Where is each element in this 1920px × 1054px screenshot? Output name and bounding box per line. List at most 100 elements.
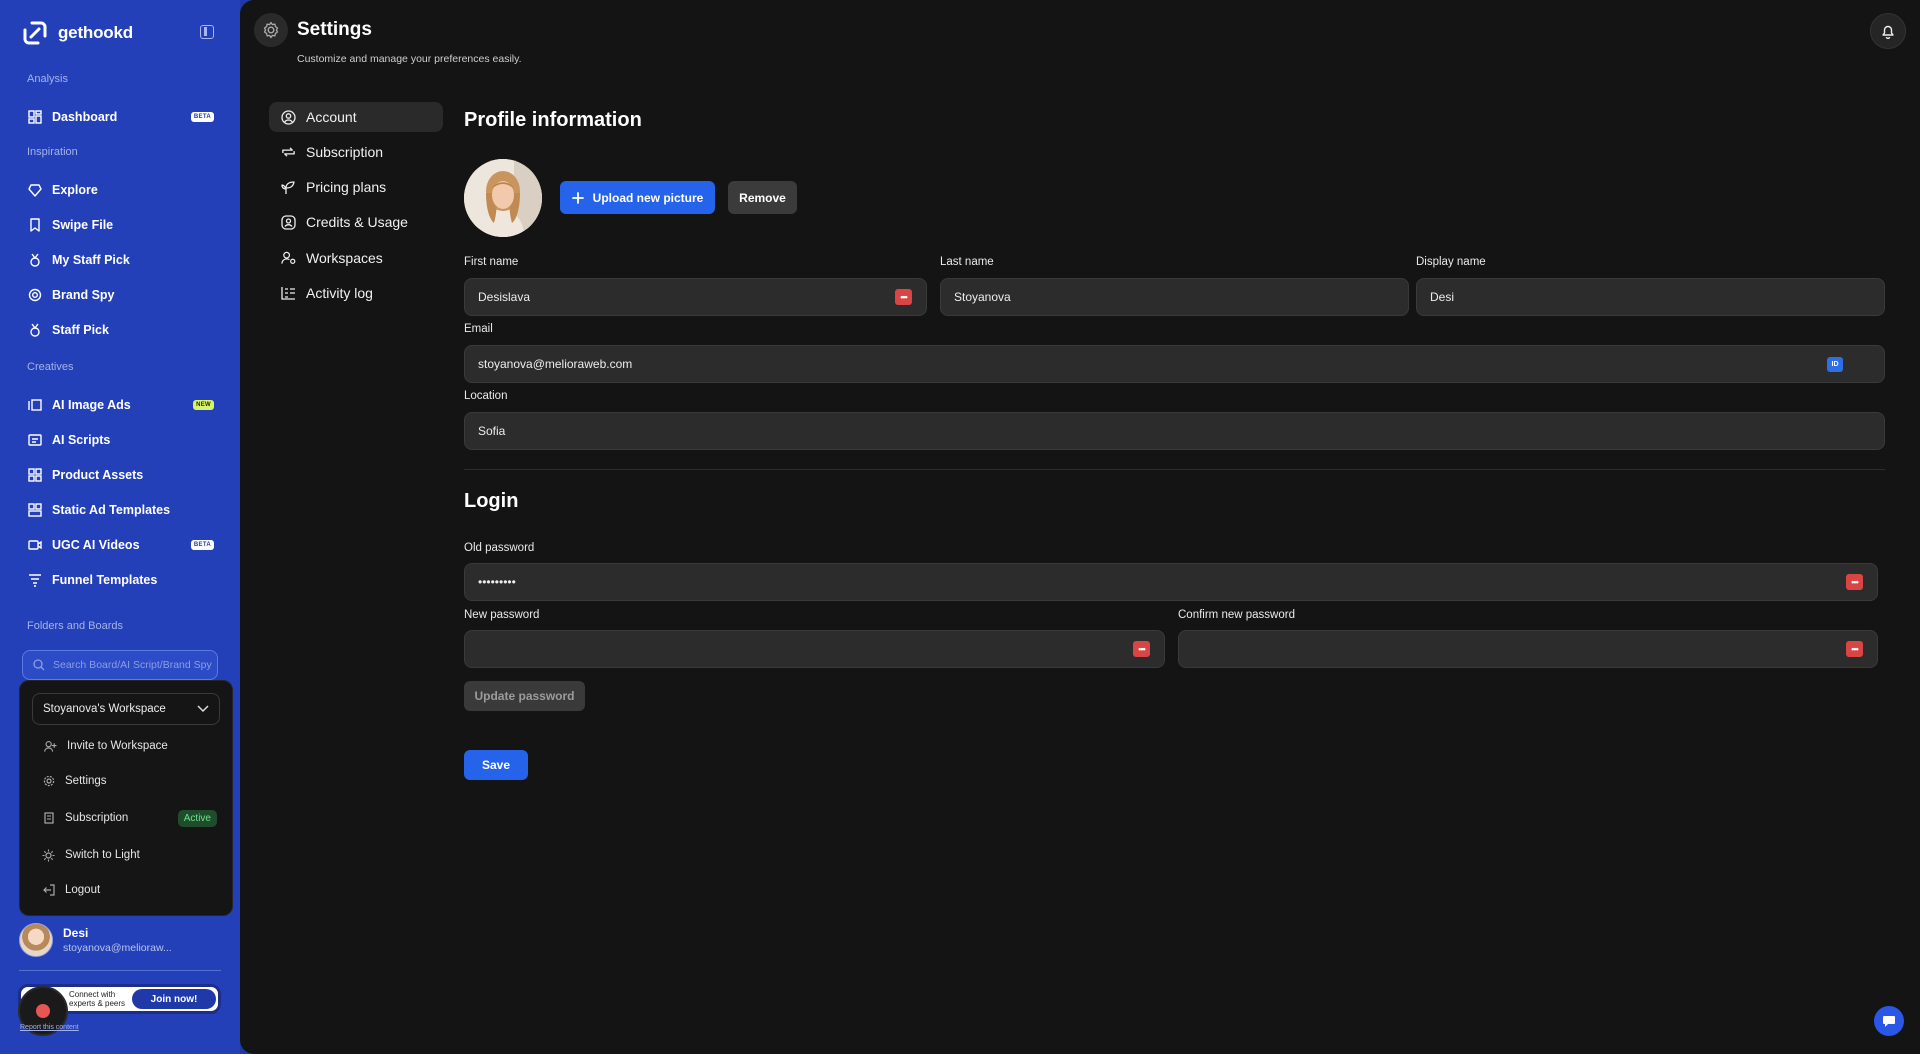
location-field[interactable]: Sofia bbox=[464, 412, 1885, 450]
sidebar-item-label: Swipe File bbox=[52, 218, 114, 232]
password-manager-icon[interactable]: ••• bbox=[1133, 641, 1150, 657]
update-password-button[interactable]: Update password bbox=[464, 681, 585, 711]
tab-workspaces[interactable]: Workspaces bbox=[269, 243, 443, 273]
sidebar-item-staff-pick[interactable]: Staff Pick bbox=[28, 319, 214, 341]
tab-label: Pricing plans bbox=[306, 179, 387, 195]
tab-label: Subscription bbox=[306, 144, 384, 160]
menu-item-subscription[interactable]: Subscription Active bbox=[42, 807, 217, 829]
section-label-inspiration: Inspiration bbox=[27, 146, 78, 158]
workspace-select[interactable]: Stoyanova's Workspace bbox=[32, 693, 220, 725]
list-icon bbox=[281, 286, 296, 301]
new-password-field[interactable]: ••• bbox=[464, 630, 1165, 668]
sidebar-item-ugc-ai-videos[interactable]: UGC AI Videos BETA bbox=[28, 534, 214, 556]
password-manager-icon[interactable]: ••• bbox=[1846, 641, 1863, 657]
last-name-field[interactable]: Stoyanova bbox=[940, 278, 1409, 316]
menu-item-invite[interactable]: Invite to Workspace bbox=[44, 735, 219, 757]
chat-support-button[interactable] bbox=[1874, 1006, 1904, 1036]
brand-name: gethookd bbox=[58, 23, 133, 42]
sidebar-item-label: Dashboard bbox=[52, 110, 118, 124]
upload-picture-button[interactable]: Upload new picture bbox=[560, 181, 715, 214]
sidebar-item-explore[interactable]: Explore bbox=[28, 179, 214, 201]
beta-badge: BETA bbox=[190, 112, 214, 122]
record-icon bbox=[36, 1004, 50, 1018]
page-title: Settings bbox=[297, 19, 372, 40]
sidebar-item-brand-spy[interactable]: Brand Spy bbox=[28, 284, 214, 306]
last-name-value: Stoyanova bbox=[954, 290, 1011, 304]
medal-icon bbox=[28, 323, 42, 337]
join-now-button[interactable]: Join now! bbox=[132, 989, 216, 1009]
sidebar-item-product-assets[interactable]: Product Assets bbox=[28, 464, 214, 486]
chevron-down-icon bbox=[197, 705, 209, 713]
sidebar-item-label: UGC AI Videos bbox=[52, 538, 140, 552]
board-search-input[interactable] bbox=[53, 659, 213, 671]
video-icon bbox=[28, 538, 42, 552]
sidebar-item-dashboard[interactable]: Dashboard BETA bbox=[28, 106, 214, 128]
user-name: Desi bbox=[63, 926, 89, 940]
grid-icon bbox=[28, 468, 42, 482]
section-title-login: Login bbox=[464, 490, 519, 512]
sidebar-item-static-ad-templates[interactable]: Static Ad Templates bbox=[28, 499, 214, 521]
notifications-button[interactable] bbox=[1870, 13, 1906, 49]
collapse-sidebar-icon[interactable] bbox=[200, 25, 214, 39]
location-label: Location bbox=[464, 390, 508, 402]
bell-icon bbox=[1882, 25, 1894, 39]
template-icon bbox=[28, 503, 42, 517]
first-name-label: First name bbox=[464, 256, 519, 268]
email-value: stoyanova@melioraweb.com bbox=[478, 357, 633, 371]
last-name-label: Last name bbox=[940, 256, 994, 268]
funnel-icon bbox=[28, 573, 42, 587]
sidebar-item-funnel-templates[interactable]: Funnel Templates bbox=[28, 569, 214, 591]
menu-item-logout[interactable]: Logout bbox=[42, 879, 217, 901]
old-password-field[interactable]: ••••••••• ••• bbox=[464, 563, 1878, 601]
gear-icon bbox=[42, 775, 55, 788]
sidebar-item-swipe-file[interactable]: Swipe File bbox=[28, 214, 214, 236]
tab-label: Workspaces bbox=[306, 250, 383, 266]
tab-label: Activity log bbox=[306, 285, 373, 301]
receipt-icon bbox=[42, 812, 55, 825]
new-password-label: New password bbox=[464, 609, 540, 621]
sun-icon bbox=[42, 849, 55, 862]
menu-item-settings[interactable]: Settings bbox=[42, 770, 217, 792]
save-button[interactable]: Save bbox=[464, 750, 528, 780]
first-name-field[interactable]: Desislava ••• bbox=[464, 278, 927, 316]
plus-icon bbox=[571, 191, 584, 204]
board-search-field[interactable] bbox=[22, 650, 218, 680]
upload-label: Upload new picture bbox=[592, 190, 704, 205]
user-email: stoyanova@melioraw... bbox=[63, 942, 172, 954]
sidebar-item-label: AI Image Ads bbox=[52, 398, 131, 412]
email-label: Email bbox=[464, 323, 493, 335]
section-label-creatives: Creatives bbox=[27, 361, 74, 373]
sidebar-item-ai-image-ads[interactable]: AI Image Ads NEW bbox=[28, 394, 214, 416]
password-manager-icon[interactable]: ••• bbox=[1846, 574, 1863, 590]
autofill-card-icon[interactable]: ID bbox=[1827, 357, 1843, 372]
workspace-name: Stoyanova's Workspace bbox=[43, 703, 166, 715]
sidebar-item-label: Funnel Templates bbox=[52, 573, 158, 587]
sidebar-item-label: AI Scripts bbox=[52, 433, 111, 447]
confirm-password-label: Confirm new password bbox=[1178, 609, 1295, 621]
tab-credits-usage[interactable]: Credits & Usage bbox=[269, 207, 443, 237]
section-title-profile: Profile information bbox=[464, 109, 642, 131]
display-name-field[interactable]: Desi bbox=[1416, 278, 1885, 316]
tab-account[interactable]: Account bbox=[269, 102, 443, 132]
divider bbox=[19, 970, 221, 971]
password-manager-icon[interactable]: ••• bbox=[895, 289, 912, 305]
old-password-value: ••••••••• bbox=[478, 575, 516, 589]
remove-picture-button[interactable]: Remove bbox=[728, 181, 797, 214]
email-field[interactable]: stoyanova@melioraweb.com ID bbox=[464, 345, 1885, 383]
sidebar-item-ai-scripts[interactable]: AI Scripts bbox=[28, 429, 214, 451]
menu-item-label: Invite to Workspace bbox=[67, 740, 168, 752]
workspace-menu: Stoyanova's Workspace Invite to Workspac… bbox=[19, 680, 233, 916]
settings-gear-icon bbox=[254, 13, 288, 47]
user-profile[interactable]: Desi stoyanova@melioraw... bbox=[19, 923, 219, 957]
tab-activity-log[interactable]: Activity log bbox=[269, 278, 443, 308]
menu-item-switch-theme[interactable]: Switch to Light bbox=[42, 844, 217, 866]
tab-pricing-plans[interactable]: Pricing plans bbox=[269, 172, 443, 202]
sidebar-item-label: Explore bbox=[52, 183, 98, 197]
brand[interactable]: gethookd bbox=[22, 20, 133, 46]
report-content-link[interactable]: Report this content bbox=[20, 1024, 79, 1031]
sidebar-item-my-staff-pick[interactable]: My Staff Pick bbox=[28, 249, 214, 271]
confirm-password-field[interactable]: ••• bbox=[1178, 630, 1878, 668]
image-stack-icon bbox=[28, 398, 42, 412]
tab-subscription[interactable]: Subscription bbox=[269, 137, 443, 167]
script-icon bbox=[28, 433, 42, 447]
